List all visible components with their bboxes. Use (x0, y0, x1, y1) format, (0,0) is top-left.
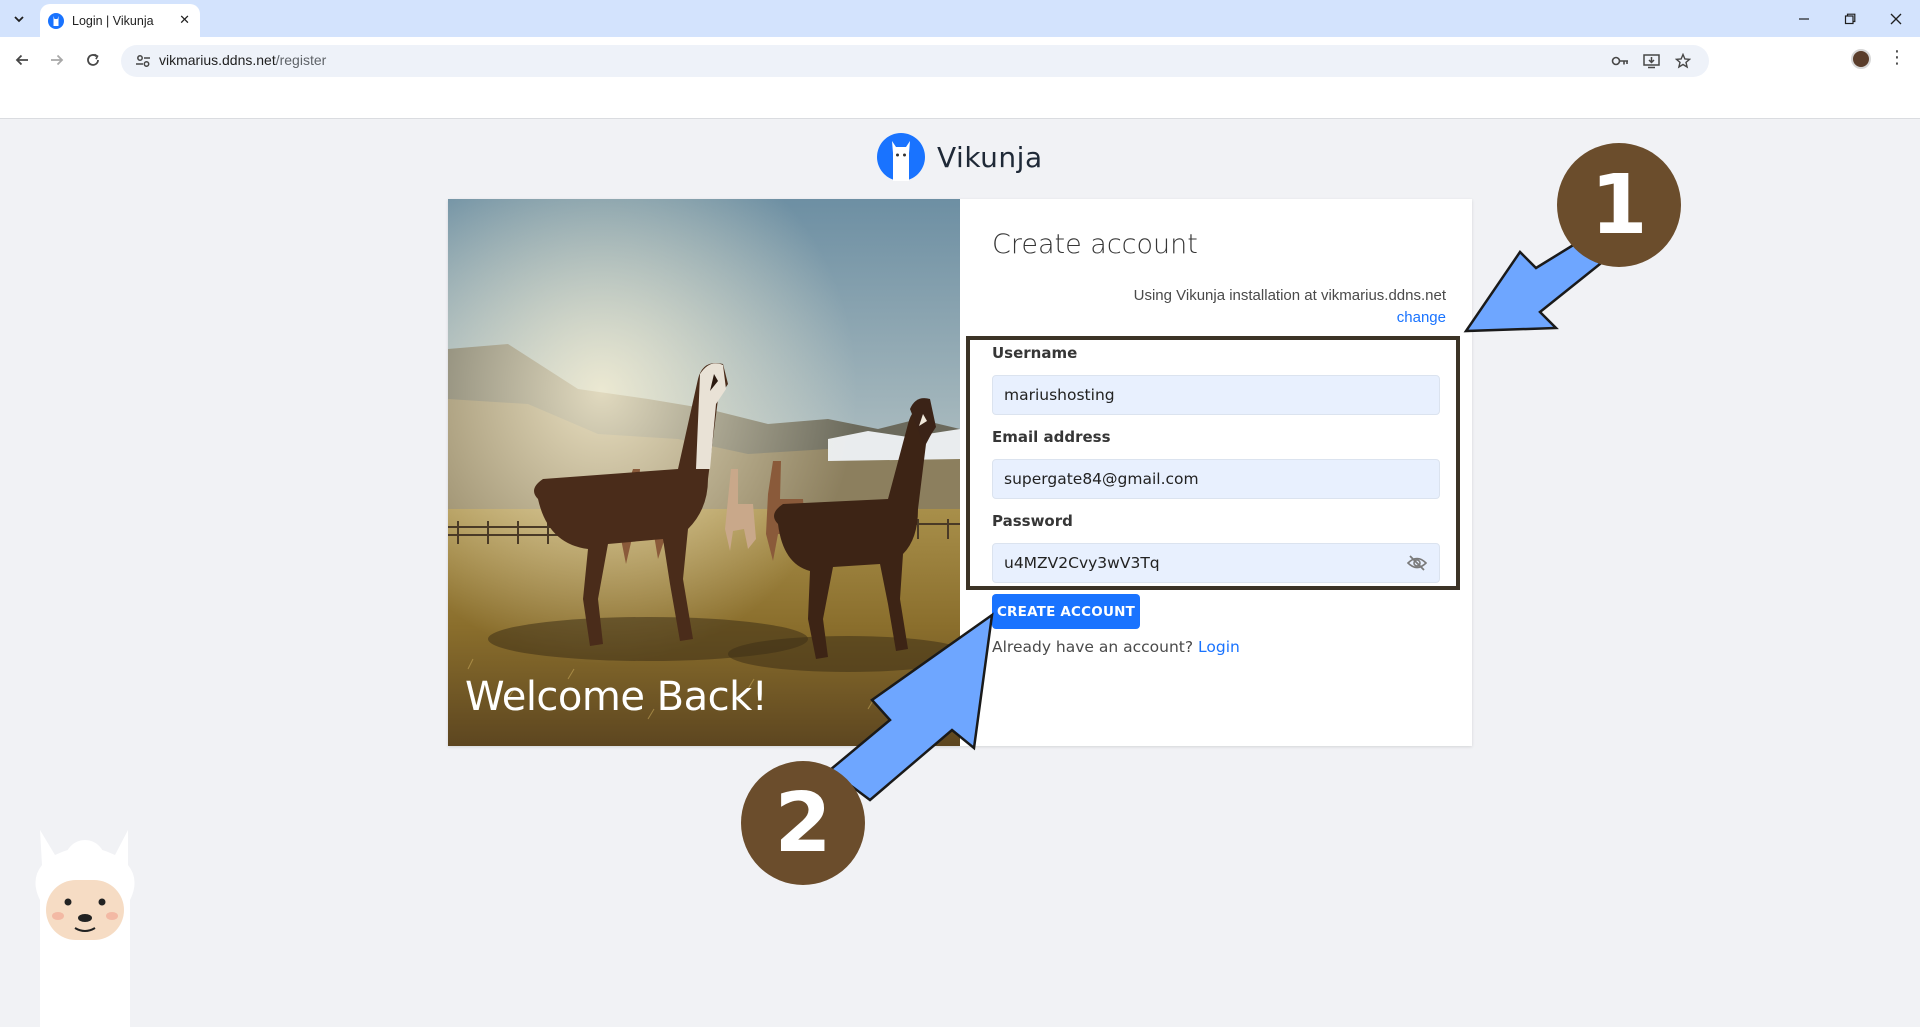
annotation-badge-1: 1 (1557, 143, 1681, 267)
annotation-arrow-2 (827, 612, 994, 802)
annotation-badge-2: 2 (741, 761, 865, 885)
llama-mascot-image (35, 830, 135, 1027)
